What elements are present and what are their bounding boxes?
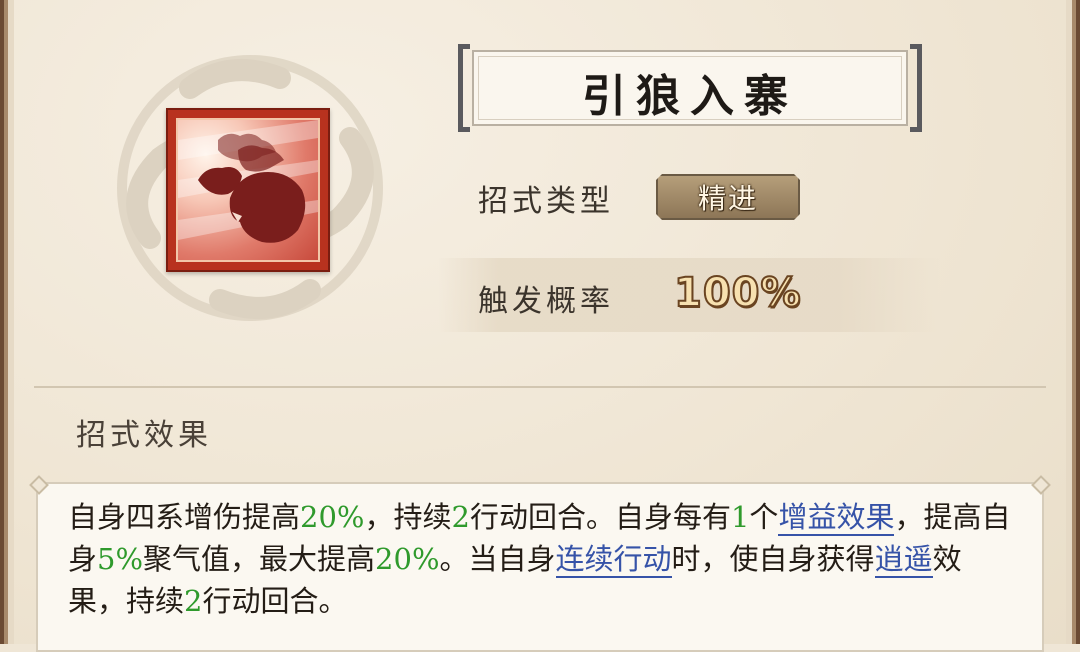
effect-keyword-link[interactable]: 逍遥 <box>874 542 933 578</box>
effect-text: 聚气值，最大提高 <box>143 542 376 576</box>
wolf-pack-icon <box>176 118 320 262</box>
trigger-rate-label: 触发概率 <box>478 284 614 319</box>
effect-text: 自身四系增伤提高 <box>68 500 301 534</box>
right-border <box>1066 0 1080 644</box>
effect-number-value: 5% <box>97 542 144 576</box>
effect-text: 行动回合。自身每有 <box>469 500 731 534</box>
effect-number-value: 20% <box>375 542 440 576</box>
effect-text: 个 <box>749 500 779 534</box>
effect-keyword-link[interactable]: 连续行动 <box>555 542 672 578</box>
effect-number-value: 2 <box>451 500 470 534</box>
effect-number-value: 20% <box>300 500 365 534</box>
effect-keyword-link[interactable]: 增益效果 <box>778 500 895 536</box>
effect-text: ，持续 <box>364 500 452 534</box>
left-border <box>0 0 14 644</box>
title-bracket-right <box>910 44 922 132</box>
effect-section-title: 招式效果 <box>76 418 212 453</box>
skill-type-label: 招式类型 <box>478 184 614 219</box>
effect-text: 行动回合。 <box>202 584 348 618</box>
effect-number-value: 2 <box>184 584 203 618</box>
skill-type-badge: 精进 <box>656 174 800 220</box>
skill-title-plate: 引狼入寨 <box>458 44 922 132</box>
title-plate-background: 引狼入寨 <box>472 50 908 126</box>
section-divider <box>34 386 1046 388</box>
effect-text: 。当自身 <box>439 542 556 576</box>
effect-text: 时，使自身获得 <box>671 542 875 576</box>
title-bracket-left <box>458 44 470 132</box>
skill-icon <box>166 108 330 272</box>
skill-name: 引狼入寨 <box>582 71 798 122</box>
effect-number-value: 1 <box>730 500 750 534</box>
effect-description: 自身四系增伤提高20%，持续2行动回合。自身每有1个增益效果，提高自身5%聚气值… <box>68 496 1012 622</box>
trigger-rate-value: 100% <box>673 269 802 317</box>
skill-type-value: 精进 <box>697 182 758 215</box>
effect-description-box: 自身四系增伤提高20%，持续2行动回合。自身每有1个增益效果，提高自身5%聚气值… <box>36 482 1044 652</box>
